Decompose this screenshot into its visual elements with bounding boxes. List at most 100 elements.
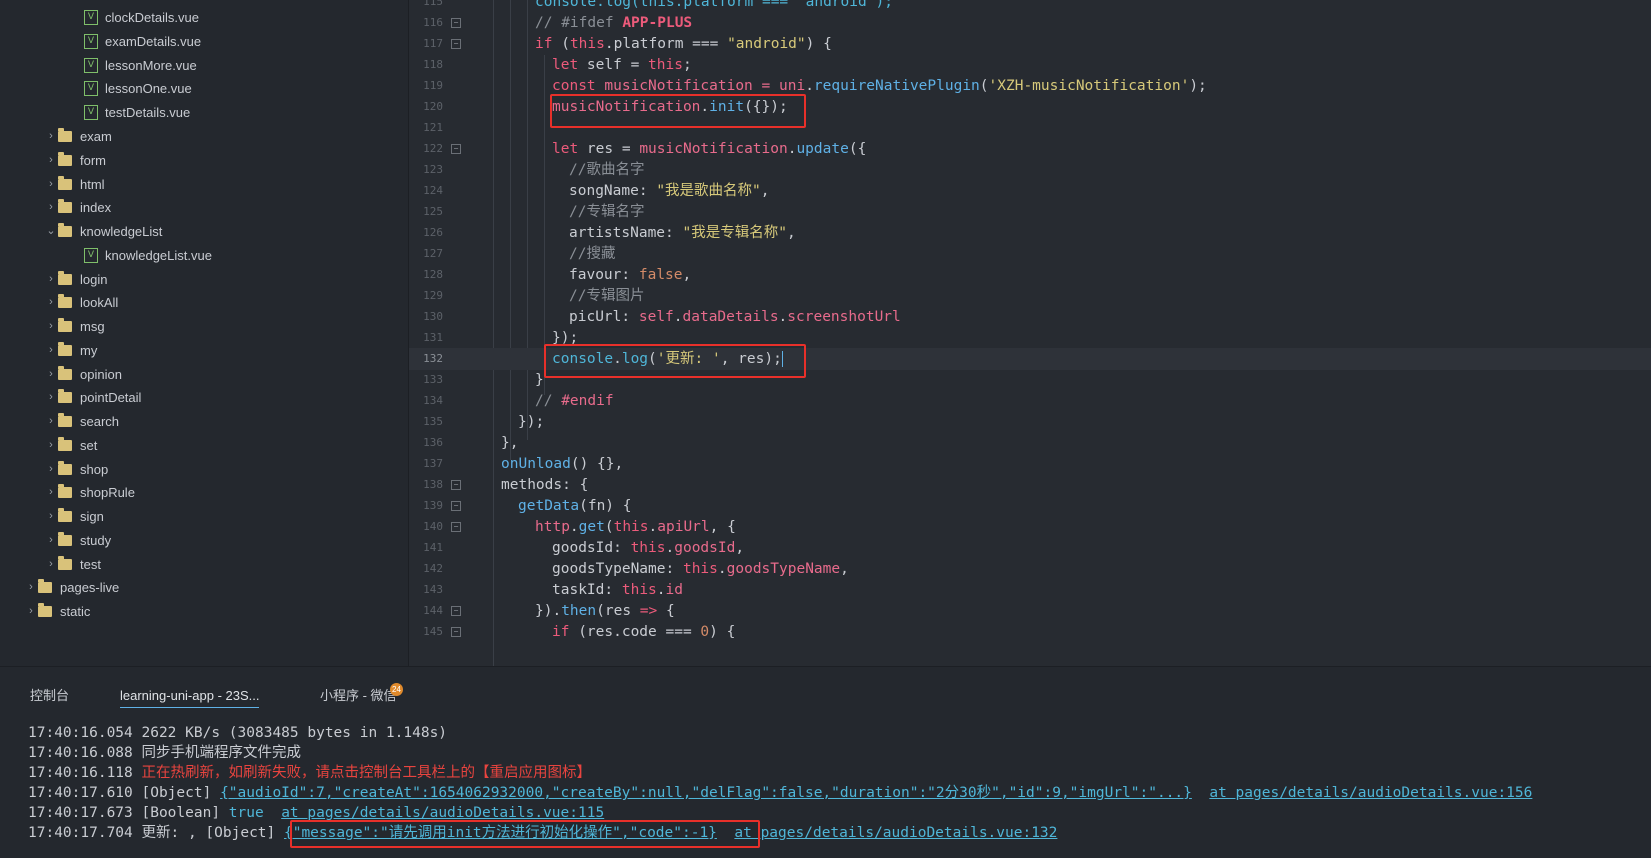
folder-item-open[interactable]: ⌄ knowledgeList: [44, 219, 162, 244]
folder-item[interactable]: › search: [44, 409, 119, 434]
folder-item[interactable]: › pages-live: [24, 575, 119, 600]
folder-icon: [58, 413, 72, 427]
chevron-right-icon: ›: [49, 320, 53, 332]
code-line: 123//歌曲名字: [423, 162, 645, 178]
chevron-right-icon: ›: [49, 296, 53, 308]
chevron-down-icon: ⌄: [46, 225, 56, 237]
file-explorer: VclockDetails.vue VexamDetails.vue Vless…: [0, 0, 409, 666]
code-line: 128 favour: false,: [423, 267, 692, 283]
file-item[interactable]: VlessonOne.vue: [84, 76, 192, 101]
fold-icon[interactable]: −: [451, 144, 461, 154]
folder-icon: [58, 532, 72, 546]
fold-icon[interactable]: −: [451, 39, 461, 49]
fold-icon[interactable]: −: [451, 522, 461, 532]
folder-item[interactable]: › exam: [44, 124, 112, 149]
code-line: 122− let res = musicNotification.update({: [423, 141, 867, 157]
chevron-right-icon: ›: [49, 130, 53, 142]
tab-learning-uni-app[interactable]: learning-uni-app - 23S...: [120, 685, 260, 708]
fold-icon[interactable]: −: [451, 480, 461, 490]
chevron-right-icon: ›: [49, 558, 53, 570]
log-line: 17:40:16.118 正在热刷新，如刷新失败，请点击控制台工具栏上的【重启应…: [28, 765, 591, 781]
folder-item[interactable]: › set: [44, 433, 97, 458]
code-line: 136},: [423, 435, 519, 451]
chevron-right-icon: ›: [49, 415, 53, 427]
folder-item[interactable]: › form: [44, 148, 106, 173]
code-line: 116−// #ifdef APP-PLUS: [423, 15, 693, 31]
highlight-box-error: [290, 820, 760, 848]
log-line: 17:40:17.610 [Object] {"audioId":7,"crea…: [28, 785, 1533, 801]
code-line: 139− getData(fn) {: [423, 498, 632, 514]
code-line: 140− http.get(this.apiUrl, {: [423, 519, 736, 535]
file-item[interactable]: VknowledgeList.vue: [84, 243, 212, 268]
folder-item[interactable]: › sign: [44, 504, 104, 529]
vue-file-icon: V: [84, 81, 98, 96]
fold-icon[interactable]: −: [451, 501, 461, 511]
folder-icon: [58, 342, 72, 356]
source-link[interactable]: at pages/details/audioDetails.vue:132: [734, 825, 1057, 841]
chevron-right-icon: ›: [49, 486, 53, 498]
file-item[interactable]: VlessonMore.vue: [84, 53, 197, 78]
tab-console[interactable]: 控制台: [30, 685, 69, 707]
folder-item[interactable]: › my: [44, 338, 97, 363]
chevron-right-icon: ›: [49, 510, 53, 522]
chevron-right-icon: ›: [49, 439, 53, 451]
folder-icon: [58, 152, 72, 166]
source-link[interactable]: at pages/details/audioDetails.vue:156: [1209, 785, 1532, 801]
code-line: 125//专辑名字: [423, 204, 645, 220]
fold-icon[interactable]: −: [451, 627, 461, 637]
folder-item[interactable]: › shopRule: [44, 480, 135, 505]
fold-icon[interactable]: −: [451, 606, 461, 616]
chevron-right-icon: ›: [49, 201, 53, 213]
chevron-right-icon: ›: [49, 534, 53, 546]
folder-item[interactable]: › static: [24, 599, 90, 624]
source-link[interactable]: at pages/details/audioDetails.vue:115: [281, 805, 604, 821]
code-line: 129//专辑图片: [423, 288, 645, 304]
folder-icon: [58, 484, 72, 498]
code-line: 117− if (this.platform === "android") {: [423, 36, 832, 52]
folder-item[interactable]: › test: [44, 552, 101, 577]
file-item[interactable]: VclockDetails.vue: [84, 5, 199, 30]
folder-icon: [58, 271, 72, 285]
file-item[interactable]: VexamDetails.vue: [84, 29, 201, 54]
code-line: 127//搜藏: [423, 246, 616, 262]
vue-file-icon: V: [84, 58, 98, 73]
vue-file-icon: V: [84, 248, 98, 263]
folder-item[interactable]: › pointDetail: [44, 385, 141, 410]
folder-item[interactable]: › opinion: [44, 362, 122, 387]
fold-icon[interactable]: −: [451, 18, 461, 28]
log-line: 17:40:16.054 2622 KB/s (3083485 bytes in…: [28, 725, 448, 741]
code-line: 142 goodsTypeName: this.goodsTypeName,: [423, 561, 849, 577]
chevron-right-icon: ›: [49, 368, 53, 380]
folder-icon: [58, 437, 72, 451]
folder-item[interactable]: › html: [44, 172, 105, 197]
folder-icon: [58, 508, 72, 522]
folder-item[interactable]: › login: [44, 267, 107, 292]
folder-item[interactable]: › lookAll: [44, 290, 118, 315]
folder-icon: [58, 318, 72, 332]
code-line: 126 artistsName: "我是专辑名称",: [423, 225, 796, 241]
file-item[interactable]: VtestDetails.vue: [84, 100, 190, 125]
folder-icon: [58, 461, 72, 475]
folder-icon: [38, 603, 52, 617]
highlight-box-init: [550, 94, 806, 128]
log-object-link[interactable]: {"audioId":7,"createAt":1654062932000,"c…: [220, 785, 1192, 801]
chevron-right-icon: ›: [49, 154, 53, 166]
folder-item[interactable]: › msg: [44, 314, 105, 339]
folder-icon: [58, 389, 72, 403]
chevron-right-icon: ›: [49, 178, 53, 190]
folder-icon: [58, 294, 72, 308]
code-line: 144−}).then(res => {: [423, 603, 675, 619]
chevron-right-icon: ›: [29, 581, 33, 593]
folder-icon: [58, 199, 72, 213]
code-line: 141 goodsId: this.goodsId,: [423, 540, 745, 556]
folder-icon: [58, 128, 72, 142]
code-editor[interactable]: 115 console.log(this.platform === "androi…: [409, 0, 1651, 666]
folder-item[interactable]: › shop: [44, 457, 108, 482]
chevron-right-icon: ›: [49, 273, 53, 285]
folder-item[interactable]: › study: [44, 528, 111, 553]
folder-item[interactable]: › index: [44, 195, 111, 220]
folder-icon: [58, 366, 72, 380]
folder-icon: [38, 579, 52, 593]
tab-miniprogram-wechat[interactable]: 小程序 - 微信: [320, 685, 397, 707]
chevron-right-icon: ›: [49, 463, 53, 475]
